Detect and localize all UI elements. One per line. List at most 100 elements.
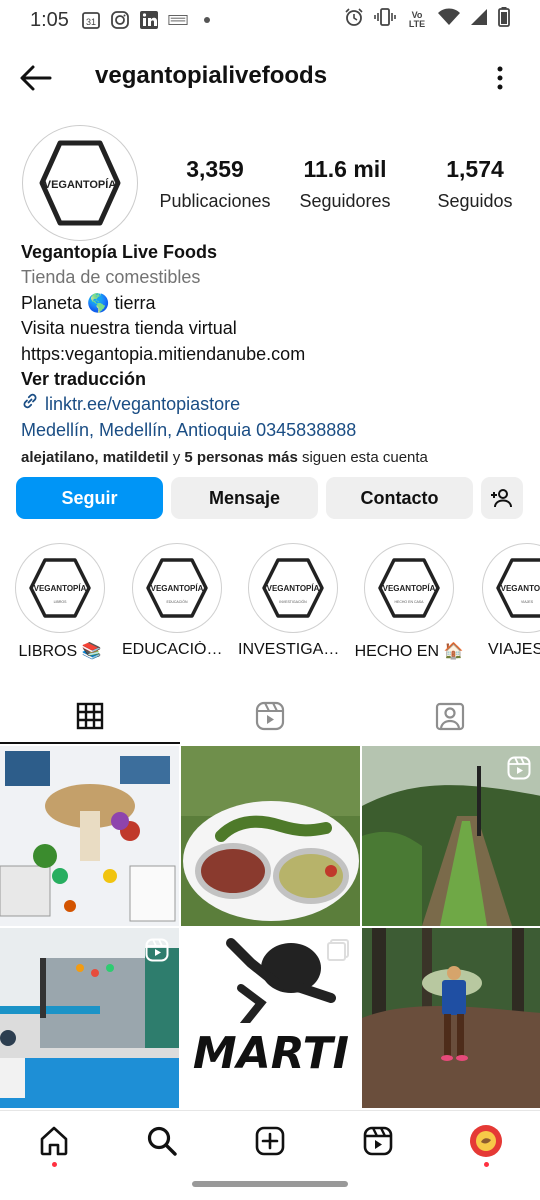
status-bar: 1:05 31 Vo LTE [0,0,540,40]
bottom-navigation [0,1110,540,1170]
create-icon [255,1126,285,1155]
link-text: linktr.ee/vegantopiastore [45,394,241,415]
tab-tagged[interactable] [360,688,540,744]
svg-text:HECHO EN CASA: HECHO EN CASA [395,600,425,604]
battery-icon [498,7,510,33]
svg-text:VEGANTOPÍA: VEGANTOPÍA [501,584,540,593]
home-icon [40,1126,68,1155]
following-label: Seguidos [437,191,513,211]
add-user-icon [491,489,512,508]
highlight-viajes[interactable]: VEGANTOPÍA VIAJES VIAJES [470,543,540,659]
status-time: 1:05 [30,8,69,31]
signal-icon [470,8,488,32]
volte-icon: Vo LTE [408,10,426,29]
category-label: Tienda de comestibles [21,267,201,288]
post-thumbnail[interactable] [362,746,540,926]
post-thumbnail[interactable]: MARTI [181,928,360,1108]
highlight-label: EDUCACIÓN ... [122,641,232,658]
tab-posts-grid[interactable] [0,688,180,744]
profile-bio: Vegantopía Live Foods Tienda de comestib… [21,240,521,471]
profile-stats: 3,359 Publicaciones 11.6 mil Seguidores … [150,156,540,212]
back-arrow-icon[interactable] [18,62,54,94]
svg-text:VEGANTOPÍA: VEGANTOPÍA [34,584,87,593]
nav-profile[interactable] [432,1111,540,1170]
search-icon [147,1126,177,1156]
link-icon [21,392,39,417]
post-image-plate [181,746,360,926]
profile-header: vegantopialivefoods [0,48,540,108]
profile-tabs [0,688,540,744]
highlight-libros[interactable]: VEGANTOPÍA LIBROS LIBROS 📚 [5,543,115,661]
following-count: 1,574 [446,156,504,182]
posts-label: Publicaciones [159,191,271,211]
post-thumbnail[interactable] [362,928,540,1108]
following-stat[interactable]: 1,574 Seguidos [410,156,540,212]
reels-icon [255,701,285,731]
notification-dot [51,1162,57,1167]
news-icon [168,10,188,30]
highlight-label: LIBROS 📚 [18,643,102,660]
suggested-users-button[interactable] [481,477,523,519]
highlight-logo: VEGANTOPÍA VIAJES [496,558,540,618]
grid-icon [76,702,104,730]
svg-text:EDUCACIÓN: EDUCACIÓN [166,599,187,604]
dot-icon [197,10,217,30]
reel-badge-icon [507,756,531,780]
highlight-educacion[interactable]: VEGANTOPÍA EDUCACIÓN EDUCACIÓN ... [122,543,232,659]
svg-text:LIBROS: LIBROS [54,600,68,604]
nav-create[interactable] [216,1111,324,1170]
post-text: MARTI [193,1028,349,1079]
bio-line: https:vegantopia.mitiendanube.com [21,343,306,364]
tagged-icon [435,702,465,731]
post-thumbnail[interactable] [0,746,179,926]
story-highlights: VEGANTOPÍA LIBROS LIBROS 📚 VEGANTOPÍA ED… [0,543,540,668]
wifi-icon [438,8,460,32]
posts-grid: MARTI [0,746,540,1108]
post-image-mushroom [0,746,179,926]
followed-by-conj: y [168,449,185,467]
address-link[interactable]: Medellín, Medellín, Antioquia 0345838888 [21,418,521,443]
highlight-hecho-en-casa[interactable]: VEGANTOPÍA HECHO EN CASA HECHO EN 🏠 [354,543,464,661]
highlight-investigacion[interactable]: VEGANTOPÍA INVESTIGACIÓN INVESTIGACI... [238,543,348,659]
followers-stat[interactable]: 11.6 mil Seguidores [280,156,410,212]
instagram-icon [110,10,130,30]
profile-avatar[interactable]: VEGANTOPÍA [22,125,138,241]
reels-icon [363,1126,393,1155]
follow-button[interactable]: Seguir [16,477,163,519]
calendar-day: 31 [86,17,96,27]
tab-reels[interactable] [180,688,360,744]
bio-line: Planeta 🌎 tierra [21,292,156,313]
more-options-icon[interactable] [490,64,510,92]
svg-text:VEGANTOPÍA: VEGANTOPÍA [151,584,204,593]
followed-by-text[interactable]: alejatilano, matildetil y 5 personas más… [21,445,521,470]
followed-by-names: alejatilano, matildetil [21,449,169,467]
followed-by-others: 5 personas más [184,449,298,467]
followed-by-suffix: siguen esta cuenta [297,449,428,467]
post-thumbnail[interactable] [0,928,179,1108]
highlight-logo: VEGANTOPÍA INVESTIGACIÓN [262,558,324,618]
vibrate-icon [374,7,396,33]
message-button[interactable]: Mensaje [171,477,318,519]
calendar-icon: 31 [81,10,101,30]
display-name: Vegantopía Live Foods [21,242,218,262]
followers-count: 11.6 mil [303,156,387,182]
notification-dot [483,1162,489,1167]
bio-line: Visita nuestra tienda virtual [21,318,237,339]
post-thumbnail[interactable] [181,746,360,926]
svg-text:INVESTIGACIÓN: INVESTIGACIÓN [279,599,307,604]
nav-reels[interactable] [324,1111,432,1170]
svg-text:VEGANTOPÍA: VEGANTOPÍA [267,584,320,593]
followers-label: Seguidores [299,191,391,211]
nav-search[interactable] [108,1111,216,1170]
contact-button[interactable]: Contacto [326,477,473,519]
posts-stat[interactable]: 3,359 Publicaciones [150,156,280,212]
profile-actions: Seguir Mensaje Contacto [16,477,524,519]
posts-count: 3,359 [186,156,244,182]
post-image-forest-walk [362,928,540,1108]
profile-avatar [470,1124,502,1157]
nav-home[interactable] [0,1111,108,1170]
external-link[interactable]: linktr.ee/vegantopiastore [21,392,521,417]
see-translation-link[interactable]: Ver traducción [21,367,521,392]
carousel-badge-icon [326,938,350,962]
svg-text:VIAJES: VIAJES [521,600,534,604]
